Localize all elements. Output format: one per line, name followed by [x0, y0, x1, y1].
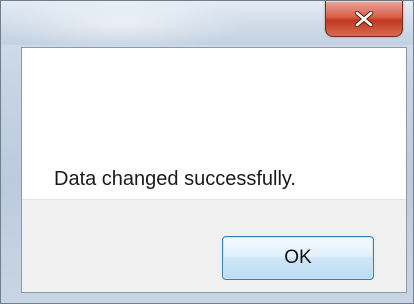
dialog-content: Data changed successfully. OK: [21, 47, 407, 293]
close-icon: [354, 10, 374, 27]
ok-button[interactable]: OK: [222, 236, 374, 280]
close-button[interactable]: [325, 1, 403, 37]
message-dialog: Data changed successfully. OK: [0, 0, 414, 304]
title-bar[interactable]: [1, 1, 413, 45]
button-bar: OK: [22, 199, 406, 292]
dialog-message: Data changed successfully.: [54, 168, 296, 190]
